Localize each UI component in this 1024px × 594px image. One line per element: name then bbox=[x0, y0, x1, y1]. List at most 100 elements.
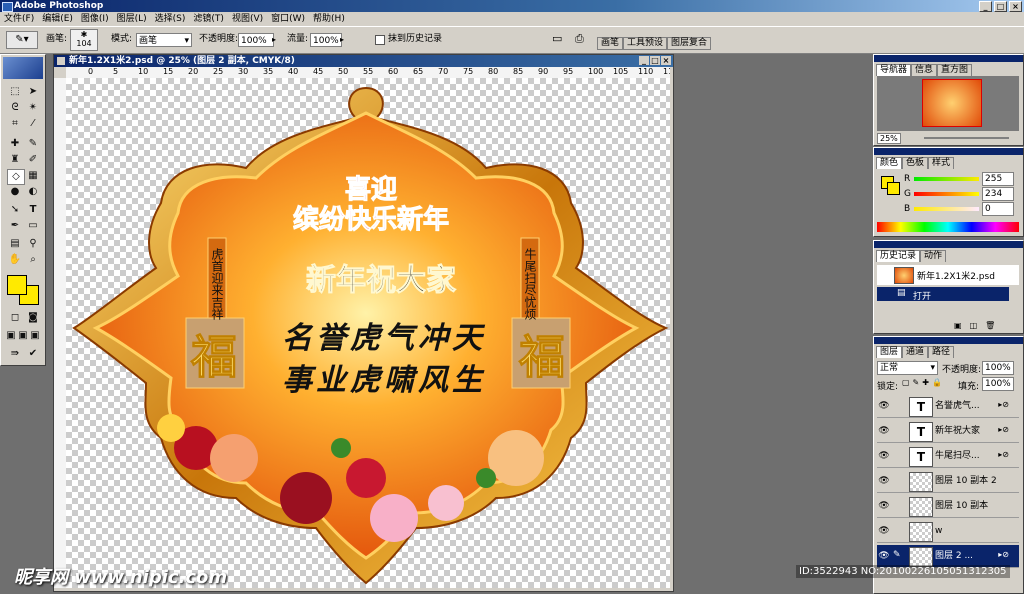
maximize-icon[interactable]: □ bbox=[994, 1, 1007, 12]
tab-layer-comps[interactable]: 图层复合 bbox=[667, 37, 712, 50]
tab-history[interactable]: 历史记录 bbox=[876, 250, 921, 262]
notes-tool-icon[interactable]: ▤ bbox=[7, 237, 23, 251]
dodge-tool-icon[interactable]: ◐ bbox=[25, 185, 41, 199]
eye-icon[interactable]: 👁 bbox=[878, 475, 890, 487]
eyedropper-icon[interactable]: ⚲ bbox=[25, 237, 41, 251]
eye-icon[interactable]: 👁 bbox=[878, 400, 890, 412]
quick-mask-icon[interactable]: ◙ bbox=[25, 311, 41, 325]
slice-tool-icon[interactable]: ⁄ bbox=[25, 117, 41, 131]
erase-history-checkbox[interactable] bbox=[375, 35, 385, 45]
screen-mode-3-icon[interactable]: ▣ bbox=[27, 329, 43, 343]
clone-stamp-icon[interactable]: ♜ bbox=[7, 153, 23, 167]
history-step-open[interactable]: ▤ 打开 bbox=[877, 287, 1009, 302]
opacity-arrow-icon[interactable]: ▸ bbox=[272, 33, 276, 47]
tab-brushes[interactable]: 画笔 bbox=[597, 37, 624, 50]
standard-mode-icon[interactable]: ◻ bbox=[7, 311, 23, 325]
mode-select[interactable]: 画笔 ▾ bbox=[136, 33, 192, 47]
layer-opacity-input[interactable]: 100% bbox=[982, 361, 1014, 375]
doc-maximize-icon[interactable]: □ bbox=[650, 56, 660, 65]
menu-image[interactable]: 图像(I) bbox=[77, 12, 113, 26]
eraser-preset-icon[interactable]: ✎▾ bbox=[6, 31, 38, 49]
document-icon[interactable]: ▭ bbox=[552, 32, 562, 46]
close-icon[interactable]: × bbox=[1009, 1, 1022, 12]
navigator-preview[interactable] bbox=[877, 76, 1019, 131]
flow-input[interactable]: 100% bbox=[310, 33, 342, 47]
lasso-tool-icon[interactable]: ᘓ bbox=[7, 101, 23, 115]
tab-color[interactable]: 颜色 bbox=[876, 157, 903, 169]
r-input[interactable]: 255 bbox=[982, 172, 1014, 186]
color-spectrum-bar[interactable] bbox=[877, 222, 1019, 232]
brush-size-picker[interactable]: ✱ 104 bbox=[70, 29, 98, 51]
g-input[interactable]: 234 bbox=[982, 187, 1014, 201]
tab-histogram[interactable]: 直方图 bbox=[937, 64, 973, 76]
marquee-tool-icon[interactable]: ⬚ bbox=[7, 85, 23, 99]
layer-row[interactable]: 👁 图层 10 副本 2 bbox=[877, 470, 1019, 493]
canvas[interactable]: 喜迎 缤纷快乐新年 新年祝大家 虎首迎来吉祥 牛尾扫尽忧烦 福 福 名誉虎气冲天… bbox=[66, 78, 670, 588]
color-bg-swatch[interactable] bbox=[887, 182, 900, 195]
layer-style-icon[interactable]: ▸⊘ bbox=[998, 450, 1009, 459]
shape-tool-icon[interactable]: ▭ bbox=[25, 219, 41, 233]
menu-layer[interactable]: 图层(L) bbox=[113, 12, 151, 26]
eye-icon[interactable]: 👁 bbox=[878, 500, 890, 512]
flow-arrow-icon[interactable]: ▸ bbox=[340, 33, 344, 47]
print-icon[interactable]: ⎙ bbox=[575, 32, 584, 46]
layer-row[interactable]: 👁 T 名誉虎气... ▸⊘ bbox=[877, 395, 1019, 418]
blur-tool-icon[interactable]: ● bbox=[7, 185, 23, 199]
new-snapshot-icon[interactable]: ◫ bbox=[970, 321, 978, 330]
b-slider[interactable] bbox=[914, 207, 979, 211]
layer-row[interactable]: 👁 T 新年祝大家 ▸⊘ bbox=[877, 420, 1019, 443]
tab-swatches[interactable]: 色板 bbox=[902, 157, 929, 169]
magic-wand-icon[interactable]: ✴ bbox=[25, 101, 41, 115]
doc-close-icon[interactable]: × bbox=[661, 56, 671, 65]
menu-filter[interactable]: 滤镜(T) bbox=[189, 12, 228, 26]
pen-tool-icon[interactable]: ✒ bbox=[7, 219, 23, 233]
lock-icons[interactable]: ▢✎✚🔒 bbox=[902, 378, 945, 387]
layer-row[interactable]: 👁 图层 10 副本 bbox=[877, 495, 1019, 518]
eraser-tool-icon[interactable]: ◇ bbox=[7, 169, 25, 185]
minimize-icon[interactable]: _ bbox=[979, 1, 992, 12]
brush-tool-icon[interactable]: ✎ bbox=[25, 137, 41, 151]
layer-row[interactable]: 👁 w bbox=[877, 520, 1019, 543]
zoom-tool-icon[interactable]: ⌕ bbox=[25, 253, 41, 267]
history-snapshot-row[interactable]: 新年1.2X1米2.psd bbox=[877, 265, 1019, 285]
doc-minimize-icon[interactable]: _ bbox=[639, 56, 649, 65]
b-input[interactable]: 0 bbox=[982, 202, 1014, 216]
tab-paths[interactable]: 路径 bbox=[928, 346, 955, 358]
crop-tool-icon[interactable]: ⌗ bbox=[7, 117, 23, 131]
opacity-input[interactable]: 100% bbox=[238, 33, 274, 47]
new-document-icon[interactable]: ▣ bbox=[954, 321, 962, 330]
history-brush-icon[interactable]: ✐ bbox=[25, 153, 41, 167]
hand-tool-icon[interactable]: ✋ bbox=[7, 253, 23, 267]
tab-navigator[interactable]: 导航器 bbox=[876, 64, 912, 76]
jump-to-imageready-icon[interactable]: ⇛ bbox=[7, 347, 23, 361]
trash-icon[interactable]: 🗑 bbox=[985, 321, 995, 330]
g-slider[interactable] bbox=[914, 192, 979, 196]
navigator-zoom-input[interactable]: 25% bbox=[877, 133, 901, 144]
foreground-color-swatch-top[interactable] bbox=[7, 275, 27, 295]
eye-icon[interactable]: 👁 bbox=[878, 425, 890, 437]
layer-style-icon[interactable]: ▸⊘ bbox=[998, 425, 1009, 434]
tab-tool-presets[interactable]: 工具预设 bbox=[623, 37, 668, 50]
menu-view[interactable]: 视图(V) bbox=[228, 12, 267, 26]
layer-row[interactable]: 👁 T 牛尾扫尽... ▸⊘ bbox=[877, 445, 1019, 468]
tab-channels[interactable]: 通道 bbox=[902, 346, 929, 358]
gradient-tool-icon[interactable]: ▦ bbox=[25, 169, 41, 183]
tab-actions[interactable]: 动作 bbox=[920, 250, 947, 262]
eye-icon[interactable]: 👁 bbox=[878, 525, 890, 537]
path-selection-icon[interactable]: ➘ bbox=[7, 203, 23, 217]
layer-style-icon[interactable]: ▸⊘ bbox=[998, 550, 1009, 559]
fill-input[interactable]: 100% bbox=[982, 377, 1014, 391]
blend-mode-select[interactable]: 正常 ▾ bbox=[877, 361, 938, 375]
menu-select[interactable]: 选择(S) bbox=[151, 12, 190, 26]
check-icon[interactable]: ✔ bbox=[25, 347, 41, 361]
layer-style-icon[interactable]: ▸⊘ bbox=[998, 400, 1009, 409]
healing-brush-icon[interactable]: ✚ bbox=[7, 137, 23, 151]
eye-icon[interactable]: 👁 bbox=[878, 450, 890, 462]
navigator-zoom-slider[interactable] bbox=[924, 137, 1009, 139]
menu-window[interactable]: 窗口(W) bbox=[267, 12, 309, 26]
tab-layers[interactable]: 图层 bbox=[876, 346, 903, 358]
move-tool-icon[interactable]: ➤ bbox=[25, 85, 41, 99]
type-tool-icon[interactable]: T bbox=[25, 203, 41, 217]
menu-help[interactable]: 帮助(H) bbox=[309, 12, 349, 26]
r-slider[interactable] bbox=[914, 177, 979, 181]
